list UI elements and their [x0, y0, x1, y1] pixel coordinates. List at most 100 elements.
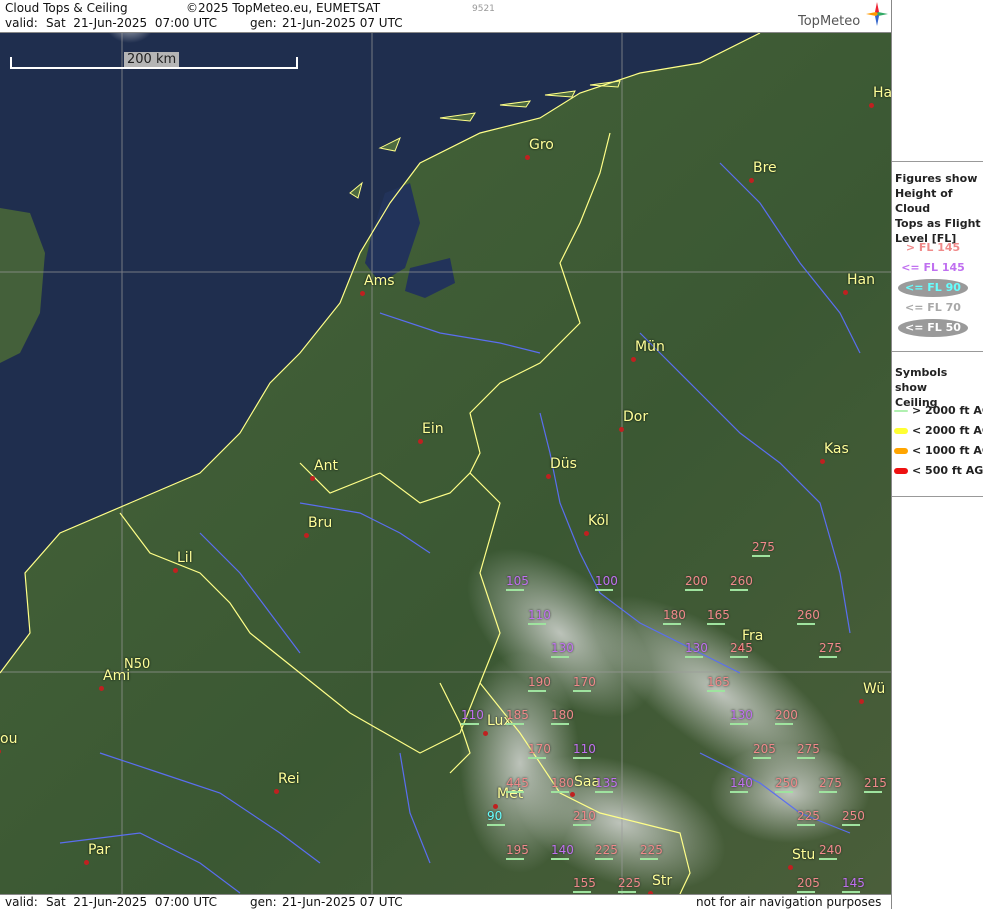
city-label: Kas [824, 441, 849, 457]
city-marker [788, 865, 793, 870]
ceiling-symbol [730, 589, 748, 591]
city-marker [84, 860, 89, 865]
cloud-top-value: 180 [551, 776, 574, 790]
city-marker [619, 427, 624, 432]
cloud-top-value: 225 [618, 876, 641, 890]
city-marker [869, 103, 874, 108]
city-label: Köl [588, 513, 609, 529]
ceiling-symbol [730, 723, 748, 725]
city-marker [418, 439, 423, 444]
ceiling-symbol [506, 589, 524, 591]
city-marker [274, 789, 279, 794]
disclaimer: not for air navigation purposes [696, 895, 882, 909]
city-label: Str [652, 873, 673, 889]
height-legend: Figures show Height of Cloud Tops as Fli… [892, 161, 983, 352]
city-marker [483, 731, 488, 736]
city-marker [546, 474, 551, 479]
cloud-top-value: 140 [551, 843, 574, 857]
city-label: Gro [529, 137, 554, 153]
cloud-top-value: 205 [753, 742, 776, 756]
city-label: Han [847, 272, 875, 288]
city-label: Düs [550, 456, 577, 472]
ceiling-symbol [707, 690, 725, 692]
cloud-top-value: 110 [573, 742, 596, 756]
ceiling-symbol [797, 757, 815, 759]
ceiling-symbol-label: < 500 ft AGL [912, 464, 983, 477]
height-legend-title-line: Tops as Flight [895, 217, 981, 230]
legend-level: <= FL 90 [905, 281, 961, 294]
cloud-top-value: 245 [730, 641, 753, 655]
weather-map[interactable]: 200 km N50 Gro Bre Ha Ams Han Mün Dor Ein Ant Düs… [0, 33, 891, 894]
cloud-top-value: 275 [819, 776, 842, 790]
height-legend-title: Figures show Height of Cloud Tops as Fli… [892, 171, 983, 246]
cloud-top-value: 240 [819, 843, 842, 857]
cloud-top-value: 155 [573, 876, 596, 890]
ceiling-symbol [640, 858, 658, 860]
cloud-top-value: 225 [797, 809, 820, 823]
cloud-top-value: 105 [506, 574, 529, 588]
cloud-top-value: 165 [707, 675, 730, 689]
city-marker [99, 686, 104, 691]
scale-label: 200 km [124, 52, 180, 67]
map-code: 9521 [472, 4, 495, 14]
ceiling-symbol-label: < 1000 ft AGL [912, 444, 983, 457]
valid-label: valid: [5, 16, 38, 30]
valid-time: Sat 21-Jun-2025 07:00 UTC [46, 16, 218, 30]
ceiling-symbol [707, 623, 725, 625]
ceiling-symbol [573, 757, 591, 759]
footer-bar: valid: Sat 21-Jun-2025 07:00 UTC gen: 21… [0, 894, 891, 910]
city-label: Bre [753, 160, 777, 176]
ceiling-symbol-label: < 2000 ft AGL [912, 424, 983, 437]
cloud-top-value: 170 [528, 742, 551, 756]
footer-valid-time: Sat 21-Jun-2025 07:00 UTC [46, 895, 218, 909]
cloud-top-value: 260 [797, 608, 820, 622]
ceiling-symbol-label: > 2000 ft AGL [912, 404, 983, 417]
city-label: Mün [635, 339, 665, 355]
ceiling-symbol [461, 723, 479, 725]
city-marker [631, 357, 636, 362]
ceiling-legend-title-line: Symbols show [895, 366, 948, 394]
cloud-top-value: 225 [640, 843, 663, 857]
brand-logo-text: TopMeteo [798, 14, 861, 29]
ceiling-symbol [797, 623, 815, 625]
city-label: Ein [422, 421, 444, 437]
ceiling-symbol [797, 891, 815, 893]
city-label: Ant [314, 458, 338, 474]
city-marker [525, 155, 530, 160]
cloud-top-value: 110 [461, 708, 484, 722]
ceiling-symbol [730, 791, 748, 793]
gen-time: 21-Jun-2025 07 UTC [282, 16, 403, 30]
ceiling-symbol [685, 656, 703, 658]
cloud-top-value: 170 [573, 675, 596, 689]
city-label: Ha [873, 85, 891, 101]
copyright: ©2025 TopMeteo.eu, EUMETSAT [186, 1, 381, 15]
city-marker [584, 531, 589, 536]
ceiling-legend: Symbols show Ceiling > 2000 ft AGL< 2000… [892, 351, 983, 497]
city-label: Stu [792, 847, 816, 863]
legend-level: > FL 145 [905, 241, 961, 254]
cloud-top-value: 100 [595, 574, 618, 588]
city-label: Par [88, 842, 111, 858]
cloud-top-value: 445 [506, 776, 529, 790]
height-legend-title-line: Height of Cloud [895, 187, 953, 215]
footer-valid-label: valid: [5, 895, 38, 909]
ceiling-symbol [864, 791, 882, 793]
ceiling-symbol [573, 690, 591, 692]
ceiling-symbol [842, 891, 860, 893]
height-legend-title-line: Figures show [895, 172, 978, 185]
ceiling-symbol [842, 824, 860, 826]
cloud-top-value: 130 [551, 641, 574, 655]
cloud-top-value: 195 [506, 843, 529, 857]
cloud-top-value: 210 [573, 809, 596, 823]
header-bar: Cloud Tops & Ceiling ©2025 TopMeteo.eu, … [0, 0, 891, 33]
ceiling-symbol-swatch [894, 448, 908, 454]
cloud-top-value: 130 [685, 641, 708, 655]
cloud-top-value: 185 [506, 708, 529, 722]
cloud-top-value: 275 [752, 540, 775, 554]
city-label: Bru [308, 515, 333, 531]
ceiling-symbol [551, 791, 569, 793]
compass-star-icon [866, 2, 888, 30]
cloud-top-value: 225 [595, 843, 618, 857]
ceiling-symbol-swatch [894, 428, 908, 434]
city-marker [173, 568, 178, 573]
